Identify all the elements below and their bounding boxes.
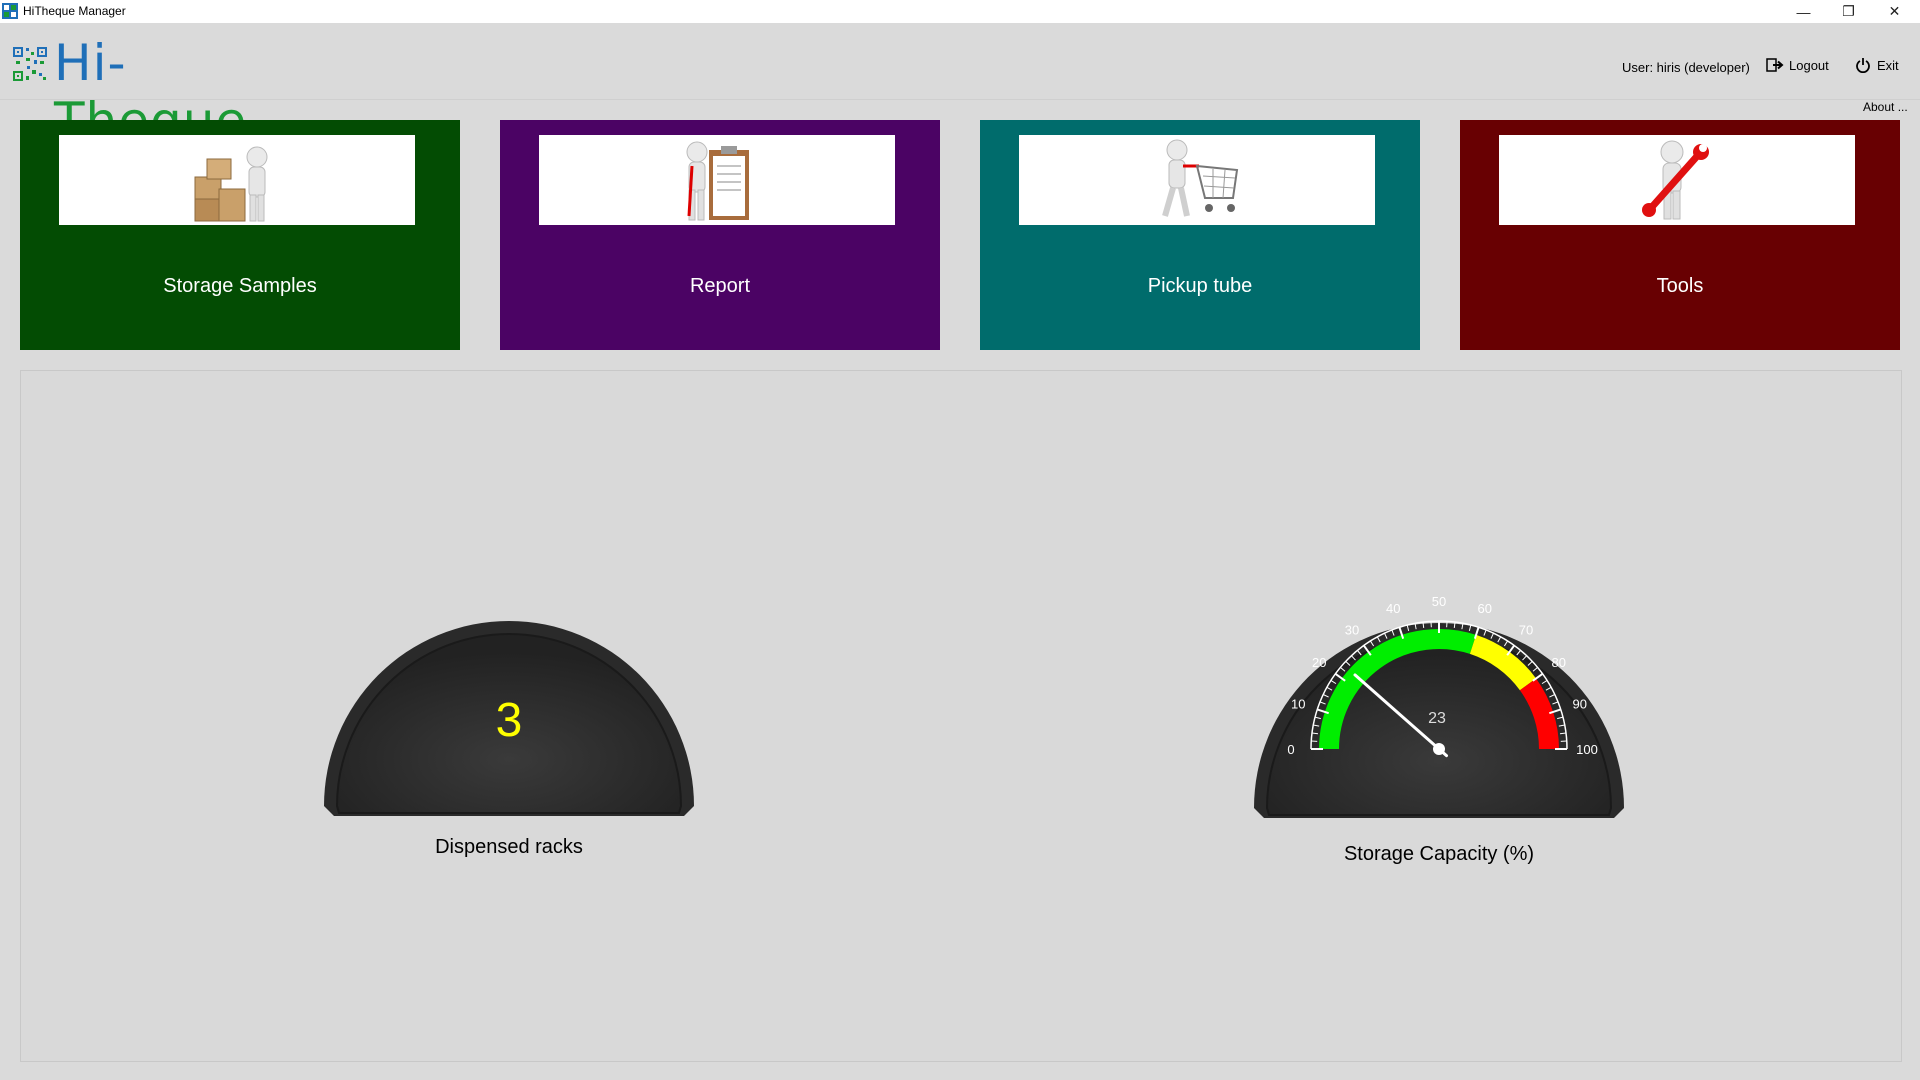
- tile-image: [1019, 135, 1375, 225]
- about-link[interactable]: About ...: [1863, 100, 1908, 114]
- capacity-gauge-dial: 0 10 20 30 40 50 60 70 80 90 100 23: [1254, 594, 1624, 818]
- dispensed-racks-gauge: 3 Dispensed racks: [319, 561, 699, 861]
- dashboard-panel: 3 Dispensed racks 0 10 20 30 40 50 60 70 80 90 100…: [20, 370, 1902, 1062]
- capacity-label: Storage Capacity (%): [1343, 843, 1535, 865]
- capacity-tick-label: 0: [1287, 742, 1294, 757]
- capacity-tick-label: 80: [1552, 655, 1566, 670]
- maximize-icon: ❐: [1842, 3, 1855, 19]
- minimize-button[interactable]: —: [1781, 0, 1826, 23]
- capacity-tick-label: 30: [1345, 622, 1359, 637]
- close-button[interactable]: ✕: [1872, 0, 1917, 23]
- tile-label: Storage Samples: [163, 275, 317, 297]
- capacity-tick-label: 60: [1478, 601, 1492, 616]
- app-header: Hi-Theque User: hiris (developer) Logout…: [0, 23, 1920, 150]
- logout-button[interactable]: Logout: [1766, 57, 1829, 73]
- shopping-cart-figure-icon: [1162, 139, 1239, 217]
- capacity-tick-label: 100: [1576, 742, 1598, 757]
- capacity-tick-label: 40: [1386, 601, 1400, 616]
- capacity-tick-label: 50: [1432, 594, 1446, 609]
- exit-label: Exit: [1877, 57, 1899, 73]
- close-icon: ✕: [1888, 3, 1901, 19]
- boxes-figure-icon: [194, 146, 268, 222]
- tile-pickup-tube[interactable]: Pickup tube: [980, 120, 1420, 350]
- title-bar: HiTheque Manager — ❐ ✕: [0, 0, 1920, 24]
- tile-image: [1499, 135, 1855, 225]
- user-info: User: hiris (developer): [1622, 60, 1750, 75]
- dispensed-value: 3: [496, 694, 523, 747]
- logout-icon: [1766, 58, 1784, 72]
- logo: Hi-Theque: [12, 34, 312, 150]
- exit-button[interactable]: Exit: [1855, 57, 1899, 73]
- capacity-tick-label: 90: [1573, 696, 1587, 711]
- tile-storage-samples[interactable]: Storage Samples: [20, 120, 460, 350]
- wrench-figure-icon: [1642, 140, 1709, 220]
- window-title: HiTheque Manager: [23, 4, 126, 18]
- logo-text-hi: Hi-: [54, 34, 122, 92]
- maximize-button[interactable]: ❐: [1826, 0, 1871, 23]
- capacity-value: 23: [1428, 710, 1446, 727]
- dispensed-label: Dispensed racks: [435, 836, 583, 858]
- qr-logo-icon: [12, 46, 48, 82]
- tile-label: Tools: [1656, 275, 1704, 297]
- tile-label: Pickup tube: [1147, 275, 1253, 297]
- storage-capacity-gauge: 0 10 20 30 40 50 60 70 80 90 100 23 Storage Capaci…: [1249, 563, 1629, 873]
- tile-tools[interactable]: Tools: [1460, 120, 1900, 350]
- tile-label: Report: [689, 275, 751, 297]
- dispensed-gauge-dial: 3: [324, 621, 694, 816]
- capacity-tick-label: 70: [1519, 622, 1533, 637]
- logout-label: Logout: [1789, 57, 1829, 73]
- tile-image: [539, 135, 895, 225]
- app-icon: [2, 3, 18, 19]
- capacity-tick-label: 10: [1291, 696, 1305, 711]
- clipboard-figure-icon: [686, 141, 749, 221]
- tile-report[interactable]: Report: [500, 120, 940, 350]
- capacity-needle-hub: [1433, 743, 1445, 755]
- tile-image: [59, 135, 415, 225]
- minimize-icon: —: [1796, 3, 1811, 20]
- capacity-tick-label: 20: [1312, 655, 1326, 670]
- power-icon: [1856, 58, 1870, 73]
